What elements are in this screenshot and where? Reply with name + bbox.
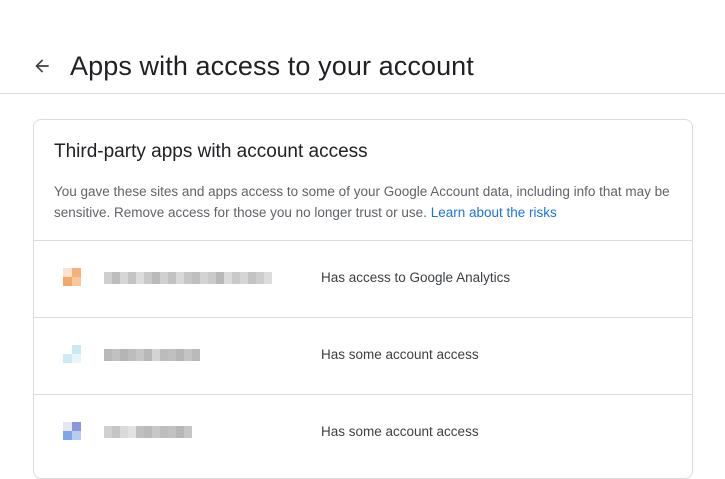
redacted-block (152, 272, 160, 284)
redacted-block (120, 426, 128, 438)
back-button[interactable] (28, 52, 56, 80)
redacted-block (136, 272, 144, 284)
redacted-block (144, 349, 152, 361)
redacted-block (112, 272, 120, 284)
redacted-block (128, 426, 136, 438)
card-description: You gave these sites and apps access to … (54, 181, 674, 223)
app-access-text: Has some account access (321, 424, 479, 439)
app-icon (63, 341, 81, 367)
redacted-block (248, 272, 256, 284)
redacted-block (104, 426, 112, 438)
redacted-block (160, 272, 168, 284)
redacted-block (160, 426, 168, 438)
redacted-block (112, 426, 120, 438)
redacted-block (144, 272, 152, 284)
icon-pixel (63, 345, 72, 354)
icon-pixel (63, 268, 72, 277)
icon-pixel (63, 431, 72, 440)
redacted-block (200, 272, 208, 284)
redacted-block (168, 272, 176, 284)
redacted-block (104, 349, 112, 361)
icon-pixel (72, 268, 81, 277)
redacted-block (120, 349, 128, 361)
redacted-block (160, 349, 168, 361)
redacted-block (240, 272, 248, 284)
redacted-block (152, 349, 160, 361)
redacted-block (192, 349, 200, 361)
redacted-block (152, 426, 160, 438)
icon-pixel (72, 422, 81, 431)
icon-pixel (72, 354, 81, 363)
learn-about-risks-link[interactable]: Learn about the risks (431, 205, 557, 220)
page-title: Apps with access to your account (70, 51, 474, 81)
redacted-block (256, 272, 264, 284)
redacted-block (136, 349, 144, 361)
app-icon (63, 418, 81, 444)
redacted-block (144, 426, 152, 438)
redacted-block (192, 272, 200, 284)
icon-pixel (72, 277, 81, 286)
app-access-text: Has some account access (321, 347, 479, 362)
icon-pixel (63, 277, 72, 286)
app-icon (63, 264, 81, 290)
redacted-block (184, 426, 192, 438)
page-header: Apps with access to your account (0, 0, 725, 94)
redacted-block (104, 272, 112, 284)
arrow-back-icon (35, 59, 49, 73)
redacted-block (232, 272, 240, 284)
redacted-block (136, 426, 144, 438)
icon-pixel (63, 422, 72, 431)
third-party-apps-card: Third-party apps with account access You… (33, 119, 693, 479)
redacted-block (208, 272, 216, 284)
redacted-block (120, 272, 128, 284)
redacted-block (176, 272, 184, 284)
redacted-block (176, 349, 184, 361)
app-row[interactable]: Has some account access (34, 317, 692, 394)
description-text: You gave these sites and apps access to … (54, 184, 670, 220)
redacted-block (168, 349, 176, 361)
redacted-block (184, 272, 192, 284)
card-title: Third-party apps with account access (54, 141, 368, 162)
icon-pixel (63, 354, 72, 363)
redacted-block (264, 272, 272, 284)
icon-pixel (72, 431, 81, 440)
redacted-block (128, 272, 136, 284)
redacted-block (224, 272, 232, 284)
redacted-block (216, 272, 224, 284)
app-row[interactable]: Has some account access (34, 394, 692, 471)
icon-pixel (72, 345, 81, 354)
redacted-block (184, 349, 192, 361)
app-name-redacted (104, 272, 272, 284)
app-row[interactable]: Has access to Google Analytics (34, 240, 692, 317)
redacted-block (176, 426, 184, 438)
app-name-redacted (104, 349, 200, 361)
redacted-block (112, 349, 120, 361)
redacted-block (128, 349, 136, 361)
redacted-block (168, 426, 176, 438)
app-access-text: Has access to Google Analytics (321, 270, 511, 285)
app-name-redacted (104, 426, 192, 438)
